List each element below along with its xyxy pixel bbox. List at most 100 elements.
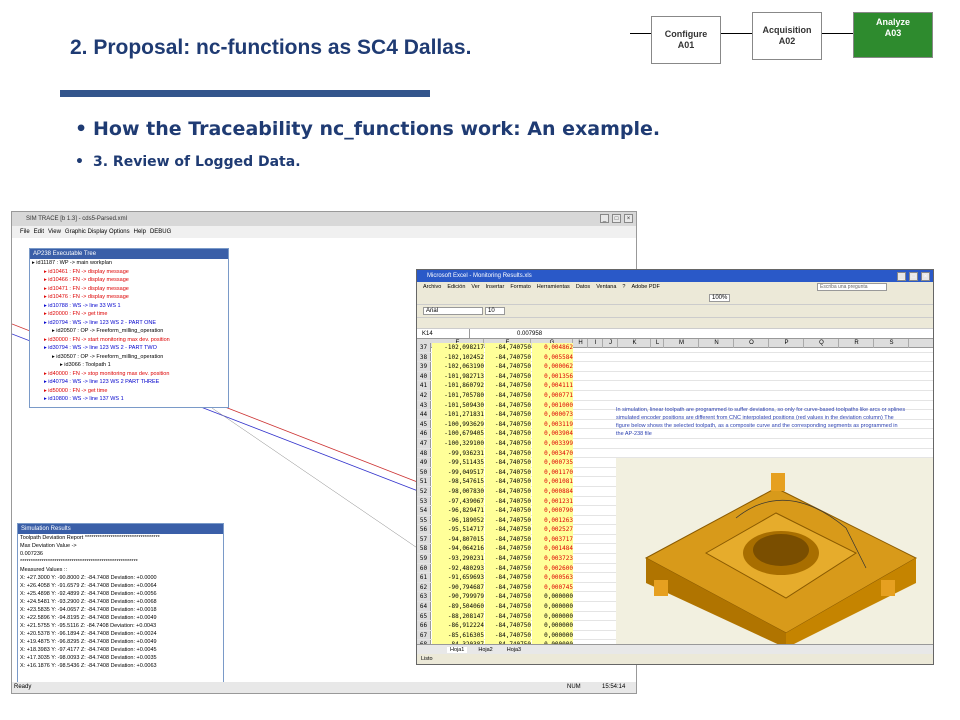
menu-item[interactable]: DEBUG [150,229,171,235]
menu-item[interactable]: Ventana [596,284,616,290]
cell-f[interactable]: -84,740750 [485,467,531,478]
cell-g[interactable]: 0,000000 [532,611,573,622]
close-icon[interactable]: × [921,272,930,281]
tree-node[interactable]: ▸ id10476 : FN -> display message [30,293,228,302]
cell-e[interactable]: -92,480293 [432,563,484,574]
cell-g[interactable]: 0,002527 [532,525,573,535]
tree-node[interactable]: ▸ id20000 : FN -> get time [30,310,228,319]
tree-node[interactable]: ▸ id10466 : FN -> display message [30,276,228,285]
tree-node[interactable]: ▸ id40794 : WS -> line 123 WS 2 PART THR… [30,378,228,387]
cell-f[interactable]: -84,740750 [485,544,531,555]
menu-item[interactable]: Help [134,229,146,235]
cell-g[interactable]: 0,003119 [532,419,573,430]
cell-e[interactable]: -98,007830 [432,486,484,497]
maximize-icon[interactable]: □ [909,272,918,281]
help-search-input[interactable]: Escriba una pregunta [817,283,887,291]
sheet-tab[interactable]: Hoja2 [475,647,495,653]
cell-e[interactable]: -102,102452 [432,352,484,363]
cell-e[interactable]: -100,993629 [432,419,484,430]
menu-item[interactable]: Ver [471,284,479,290]
cell-g[interactable]: 0,000062 [532,362,573,372]
cell-e[interactable]: -101,705780 [432,390,484,401]
cell-e[interactable]: -101,271831 [432,410,484,420]
cell-e[interactable]: -99,511435 [432,458,484,468]
cell-f[interactable]: -84,740750 [485,496,531,507]
cell-g[interactable]: 0,000790 [532,506,573,516]
tree-node[interactable]: ▸ id40000 : FN -> stop monitoring max de… [30,370,228,379]
sheet-row[interactable]: 42 -101,705780 -84,740750 0,000771 [417,390,933,401]
cell-e[interactable]: -91,659693 [432,573,484,583]
cell-f[interactable]: -84,740750 [485,621,531,631]
sheet-row[interactable]: 38 -102,102452 -84,740750 0,005584 [417,352,933,363]
cell-e[interactable]: -90,794687 [432,582,484,593]
cell-g[interactable]: 0,001484 [532,544,573,555]
cell-f[interactable]: -84,740750 [485,486,531,497]
cell-e[interactable]: -85,616305 [432,630,484,641]
cell-e[interactable]: -102,098217 [432,343,484,353]
cell-e[interactable]: -102,063190 [432,362,484,372]
cell-f[interactable]: -84,740750 [485,429,531,439]
cell-f[interactable]: -84,740750 [485,438,531,449]
tree-node[interactable]: ▸ id30794 : WS -> line 123 WS 2 - PART T… [30,344,228,353]
cell-g[interactable]: 0,002600 [532,563,573,574]
cell-f[interactable]: -84,740750 [485,602,531,612]
cell-f[interactable]: -84,740750 [485,506,531,516]
cell-g[interactable]: 0,001170 [532,467,573,478]
cell-e[interactable]: -99,049517 [432,467,484,478]
cell-f[interactable]: -84,740750 [485,630,531,641]
cell-e[interactable]: -94,064216 [432,544,484,555]
executable-tree-panel[interactable]: AP238 Executable Tree ▸ id11187 : WP -> … [29,248,229,408]
minimize-icon[interactable]: _ [897,272,906,281]
close-icon[interactable]: × [624,214,633,223]
cell-f[interactable]: -84,740750 [485,352,531,363]
tree-node[interactable]: ▸ id20794 : WS -> line 123 WS 2 - PART O… [30,319,228,328]
sheet-tab[interactable]: Hoja1 [447,647,468,653]
maximize-icon[interactable]: □ [612,214,621,223]
menu-item[interactable]: Datos [576,284,590,290]
cell-f[interactable]: -84,740750 [485,343,531,353]
tree-node[interactable]: ▸ id3066 : Toolpath 1 [30,361,228,370]
cell-e[interactable]: -101,860792 [432,381,484,391]
cell-e[interactable]: -89,504060 [432,602,484,612]
tree-node[interactable]: ▸ id10788 : WS -> line 33 WS 1 [30,302,228,311]
cell-g[interactable]: 0,000073 [532,410,573,420]
cell-g[interactable]: 0,000745 [532,582,573,593]
cell-e[interactable]: -101,982713 [432,371,484,382]
cell-e[interactable]: -86,912224 [432,621,484,631]
menu-item[interactable]: Insertar [486,284,505,290]
zoom-select[interactable]: 100% [709,294,731,302]
cell-g[interactable]: 0,000000 [532,592,573,603]
cell-e[interactable]: -96,189052 [432,515,484,526]
menu-item[interactable]: Edit [34,229,44,235]
cell-e[interactable]: -98,547615 [432,477,484,487]
namebox[interactable]: K14 [420,329,470,339]
menu-item[interactable]: ? [622,284,625,290]
cell-e[interactable]: -96,829471 [432,506,484,516]
sheet-row[interactable]: 41 -101,860792 -84,740750 0,004111 [417,381,933,391]
cell-g[interactable]: 0,000000 [532,630,573,641]
menu-item[interactable]: Herramientas [537,284,570,290]
sheet-row[interactable]: 39 -102,063190 -84,740750 0,000062 [417,362,933,372]
cell-f[interactable]: -84,740750 [485,419,531,430]
cell-g[interactable]: 0,000884 [532,486,573,497]
tree-node[interactable]: ▸ id10800 : WS -> line 137 WS 1 [30,395,228,404]
cell-f[interactable]: -84,740750 [485,582,531,593]
cell-f[interactable]: -84,740750 [485,592,531,603]
tree-node[interactable]: ▸ id30000 : FN -> start monitoring max d… [30,336,228,345]
cell-g[interactable]: 0,001081 [532,477,573,487]
cell-f[interactable]: -84,740750 [485,410,531,420]
cell-g[interactable]: 0,000735 [532,458,573,468]
menu-item[interactable]: Archivo [423,284,441,290]
excel-window[interactable]: Microsoft Excel - Monitoring Results.xls… [416,269,934,665]
cell-f[interactable]: -84,740750 [485,371,531,382]
cell-f[interactable]: -84,740750 [485,477,531,487]
cell-g[interactable]: 0,003723 [532,554,573,564]
cell-e[interactable]: -97,439067 [432,496,484,507]
menu-item[interactable]: Adobe PDF [631,284,659,290]
cell-e[interactable]: -90,799979 [432,592,484,603]
tree-node[interactable]: ▸ id10461 : FN -> display message [30,268,228,277]
cell-g[interactable]: 0,000771 [532,390,573,401]
cell-f[interactable]: -84,740750 [485,400,531,411]
cell-e[interactable]: -88,208147 [432,611,484,622]
minimize-icon[interactable]: _ [600,214,609,223]
